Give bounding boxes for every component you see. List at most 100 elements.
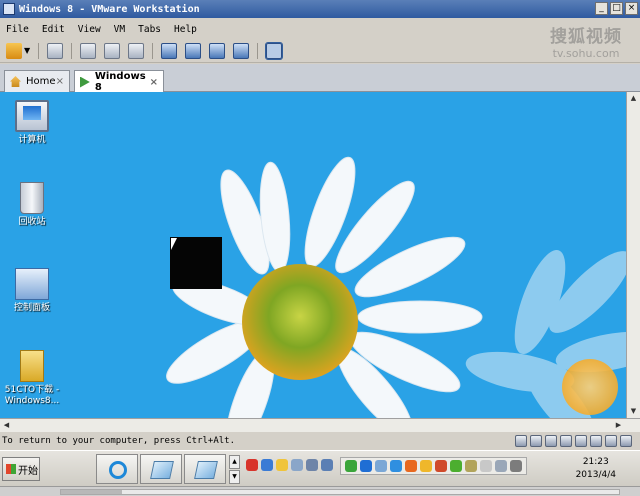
resize-grip-icon[interactable] [620,435,632,447]
window-title: Windows 8 - VMware Workstation [19,3,200,15]
toolbar-divider [71,42,73,59]
desktop-icon-label: 51CTO下载 -Windows8... [4,385,60,406]
snapshot-take-icon[interactable] [80,42,97,59]
horizontal-scrollbar[interactable]: ◀ ▶ [0,418,640,432]
folder-icon [20,350,44,382]
desktop-icon-label: 控制面板 [13,303,50,313]
video-progress-bar[interactable] [60,489,620,495]
scroll-left-icon[interactable]: ◀ [0,419,13,432]
notepad-icon [150,461,174,479]
desktop-icon-recycle-bin[interactable]: 回收站 [2,182,62,228]
black-window-artifact [170,237,222,289]
display-icon[interactable] [321,459,333,471]
notepad-icon [194,461,218,479]
maximize-button[interactable]: □ [610,2,623,15]
taskbar-scroll[interactable]: ▲ ▼ [229,455,240,485]
menu-edit[interactable]: Edit [42,24,65,35]
guest-desktop[interactable]: 计算机 回收站 控制面板 51CTO下载 -Windows8... [0,92,626,418]
tab-windows-8[interactable]: Windows 8 × [74,70,164,93]
usb-icon[interactable] [575,435,587,447]
menu-help[interactable]: Help [174,24,197,35]
tab-windows-8-close-icon[interactable]: × [150,77,158,88]
tab-strip: Home × Windows 8 × [0,64,640,93]
sound-icon[interactable] [590,435,602,447]
volume-icon[interactable] [465,460,477,472]
qq-icon[interactable] [420,460,432,472]
taskbar-app-button[interactable] [140,454,182,484]
window-controls: _ □ × [595,2,638,15]
toolbar-divider [257,42,259,59]
power-dropdown-icon[interactable]: ▼ [24,46,30,55]
vmware-window: Windows 8 - VMware Workstation _ □ × 搜狐视… [0,0,640,496]
tab-home-close-icon[interactable]: × [56,76,64,87]
tab-home[interactable]: Home × [4,70,70,92]
desktop-icon-label: 回收站 [18,217,46,227]
floppy-icon[interactable] [545,435,557,447]
system-clock[interactable]: 21:23 2013/4/4 [576,456,616,482]
close-button[interactable]: × [625,2,638,15]
mouse-cursor-icon [171,238,177,250]
fire-icon[interactable] [405,460,417,472]
toolbar-divider [152,42,154,59]
snapshot-revert-icon[interactable] [104,42,121,59]
home-icon [10,76,21,87]
tab-home-label: Home [26,76,56,87]
scroll-up-icon[interactable]: ▲ [627,92,640,105]
menu-file[interactable]: File [6,24,29,35]
desktop-icon-folder[interactable]: 51CTO下载 -Windows8... [2,350,62,407]
printer-icon[interactable] [480,460,492,472]
toolbar-divider [38,42,40,59]
full-screen-icon[interactable] [209,42,226,59]
taskbar-ie-button[interactable] [96,454,138,484]
taskbar-app-button[interactable] [184,454,226,484]
vm-icon [80,76,90,88]
scroll-up-icon[interactable]: ▲ [229,455,240,469]
desktop-icon-control-panel[interactable]: 控制面板 [2,268,62,314]
control-panel-icon [15,268,49,300]
input-method-icon[interactable] [261,459,273,471]
recycle-bin-icon [20,182,44,214]
globe-icon[interactable] [360,460,372,472]
library-view-icon[interactable] [161,42,178,59]
clock-date: 2013/4/4 [575,470,616,480]
desktop-icon-computer[interactable]: 计算机 [2,100,62,146]
menu-view[interactable]: View [78,24,101,35]
moon-icon[interactable] [276,459,288,471]
status-bar: To return to your computer, press Ctrl+A… [0,432,640,450]
network-adapter-icon[interactable] [560,435,572,447]
drop-icon[interactable] [390,460,402,472]
stretch-guest-icon[interactable] [265,41,284,60]
bluetooth-icon[interactable] [375,460,387,472]
user-icon[interactable] [435,460,447,472]
clock-time: 21:23 [582,457,609,467]
vmware-app-icon [3,3,15,15]
cd-rom-icon[interactable] [530,435,542,447]
refresh-icon[interactable] [450,460,462,472]
status-message: To return to your computer, press Ctrl+A… [2,436,235,446]
message-icon[interactable] [605,435,617,447]
quick-launch [246,459,333,471]
unity-icon[interactable] [233,42,250,59]
scroll-down-icon[interactable]: ▼ [627,405,640,418]
windows-flag-icon [6,464,16,474]
scroll-down-icon[interactable]: ▼ [229,470,240,484]
menu-vm[interactable]: VM [114,24,125,35]
computer-icon [15,100,49,132]
network-tray-icon[interactable] [291,459,303,471]
snapshot-manager-icon[interactable] [128,42,145,59]
keyboard-icon[interactable] [306,459,318,471]
monitor-icon[interactable] [495,460,507,472]
network-icon[interactable] [47,42,64,59]
start-label: 开始 [18,465,38,477]
start-button[interactable]: 开始 [2,457,40,481]
mail-icon[interactable] [246,459,258,471]
console-view-icon[interactable] [185,42,202,59]
hard-disk-icon[interactable] [515,435,527,447]
speaker-icon[interactable] [510,460,522,472]
security-icon[interactable] [345,460,357,472]
menu-tabs[interactable]: Tabs [138,24,161,35]
minimize-button[interactable]: _ [595,2,608,15]
vertical-scrollbar[interactable]: ▲ ▼ [626,92,640,418]
scroll-right-icon[interactable]: ▶ [612,419,625,432]
power-icon[interactable] [6,42,22,59]
